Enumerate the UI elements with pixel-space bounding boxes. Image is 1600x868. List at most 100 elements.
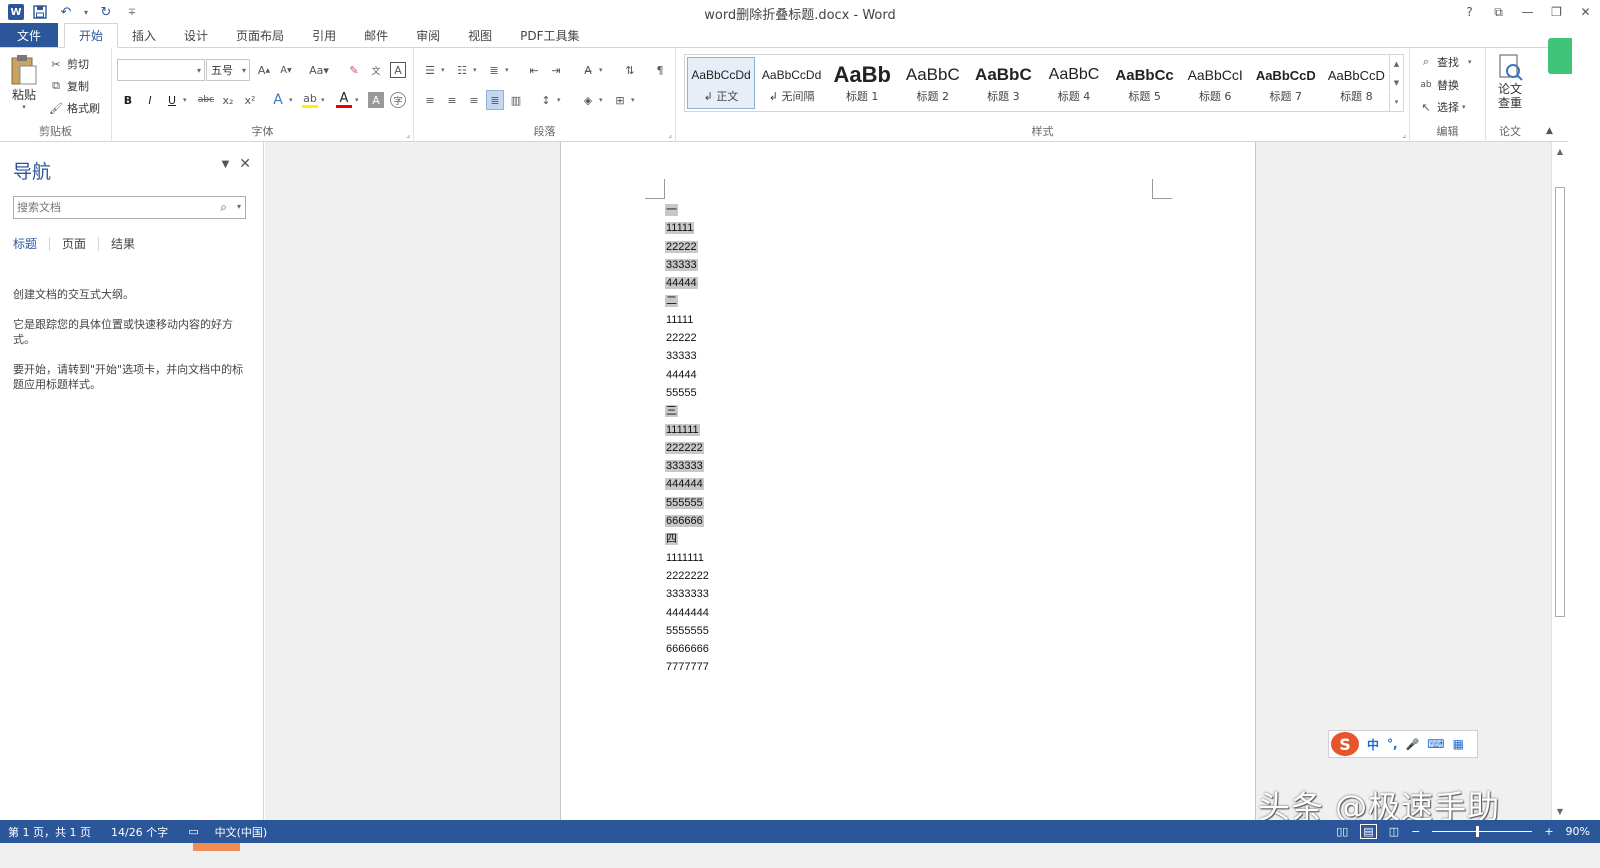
document-line[interactable]: 7777777 (665, 658, 710, 676)
style-item[interactable]: AaBb 标题 1 (828, 57, 896, 109)
style-item[interactable]: AaBbCcDd ↲ 无间隔 (758, 57, 826, 109)
paste-button[interactable]: 粘贴 ▾ (6, 54, 42, 116)
undo-dropdown-icon[interactable]: ▾ (82, 2, 90, 22)
justify-button[interactable]: ≣ (486, 90, 504, 110)
customize-qat-icon[interactable]: ∓ (122, 2, 142, 22)
italic-button[interactable]: I (142, 90, 158, 110)
proofing-icon[interactable]: ▭ (180, 825, 206, 838)
styles-dialog-launcher-icon[interactable]: ⌟ (1402, 130, 1406, 139)
tab-design[interactable]: 设计 (170, 23, 222, 47)
document-line[interactable]: 6666666 (665, 640, 710, 658)
nav-search-input[interactable] (14, 201, 209, 214)
help-button[interactable]: ? (1455, 0, 1484, 24)
zoom-slider-knob[interactable] (1476, 826, 1480, 837)
strikethrough-button[interactable]: abc (196, 90, 216, 110)
ime-menu-icon[interactable]: ▦ (1453, 737, 1464, 751)
align-center-button[interactable]: ≡ (444, 90, 460, 110)
ime-chinese-mode[interactable]: 中 (1367, 736, 1379, 753)
styles-more-icon[interactable]: ▾ (1389, 93, 1403, 111)
redo-icon[interactable]: ↻ (96, 2, 116, 22)
style-item[interactable]: AaBbC 标题 3 (969, 57, 1037, 109)
font-color-button[interactable]: A ▾ (336, 90, 359, 110)
sogou-logo-icon[interactable]: S (1331, 732, 1359, 756)
select-button[interactable]: ↖ 选择 ▾ (1418, 97, 1465, 117)
close-button[interactable]: ✕ (1571, 0, 1600, 24)
character-shading-button[interactable]: A (368, 90, 384, 110)
bold-button[interactable]: B (120, 90, 136, 110)
scroll-down-icon[interactable]: ▼ (1552, 804, 1568, 818)
cut-button[interactable]: ✂ 剪切 (48, 54, 89, 74)
zoom-in-icon[interactable]: + (1544, 825, 1553, 838)
nav-tab-pages[interactable]: 页面 (62, 237, 100, 251)
styles-scroll-down-icon[interactable]: ▼ (1389, 74, 1403, 92)
document-line[interactable]: 四 (665, 530, 710, 548)
zoom-slider[interactable] (1432, 826, 1533, 837)
tab-view[interactable]: 视图 (454, 23, 506, 47)
numbering-button[interactable]: ☷ ▾ (454, 60, 476, 80)
tab-insert[interactable]: 插入 (118, 23, 170, 47)
nav-tab-headings[interactable]: 标题 (13, 237, 51, 251)
format-painter-button[interactable]: 🖌 格式刷 (48, 98, 100, 118)
document-line[interactable]: 33333 (665, 347, 710, 365)
style-item[interactable]: AaBbC 标题 2 (899, 57, 967, 109)
shading-button[interactable]: ◈ ▾ (580, 90, 603, 110)
paragraph-dialog-launcher-icon[interactable]: ⌟ (668, 130, 672, 139)
document-line[interactable]: 11111 (665, 311, 710, 329)
borders-button[interactable]: ⊞ ▾ (612, 90, 634, 110)
shrink-font-button[interactable]: A ▼ (278, 60, 294, 80)
ime-punctuation-icon[interactable]: °, (1387, 737, 1398, 751)
zoom-level[interactable]: 90% (1566, 825, 1590, 838)
nav-tab-results[interactable]: 结果 (111, 237, 147, 251)
grow-font-button[interactable]: A ▲ (256, 60, 272, 80)
style-item[interactable]: AaBbCcD 标题 8 (1322, 57, 1390, 109)
document-line[interactable]: 11111 (665, 219, 710, 237)
increase-indent-button[interactable]: ⇥ (548, 60, 564, 80)
document-line[interactable]: 666666 (665, 512, 710, 530)
document-line[interactable]: 2222222 (665, 567, 710, 585)
style-item[interactable]: AaBbC 标题 4 (1040, 57, 1108, 109)
restore-button[interactable]: ❐ (1542, 0, 1571, 24)
document-line[interactable]: 1111111 (665, 549, 710, 567)
web-layout-icon[interactable]: ◫ (1389, 825, 1399, 838)
styles-scroll-up-icon[interactable]: ▲ (1389, 55, 1403, 73)
change-case-button[interactable]: Aa▾ (306, 60, 332, 80)
status-language[interactable]: 中文(中国) (207, 824, 276, 840)
word-logo-icon[interactable]: W (8, 4, 24, 20)
document-line[interactable]: 一 (665, 201, 710, 219)
scrollbar-thumb[interactable] (1555, 187, 1565, 617)
tab-file[interactable]: 文件 (0, 23, 58, 47)
paper-check-button[interactable]: 论文查重 (1492, 54, 1528, 110)
tab-pdf-tools[interactable]: PDF工具集 (506, 23, 593, 47)
tab-references[interactable]: 引用 (298, 23, 350, 47)
character-border-button[interactable]: A (390, 60, 406, 80)
replace-button[interactable]: ab 替换 (1418, 75, 1459, 95)
document-line[interactable]: 5555555 (665, 622, 710, 640)
show-hide-marks-button[interactable]: ¶ (652, 60, 668, 80)
nav-options-icon[interactable]: ▼ (222, 159, 230, 172)
status-word-count[interactable]: 14/26 个字 (103, 824, 176, 840)
font-dialog-launcher-icon[interactable]: ⌟ (406, 130, 410, 139)
line-spacing-button[interactable]: ↕ ▾ (538, 90, 560, 110)
side-plugin-tab[interactable] (1548, 38, 1572, 74)
superscript-button[interactable]: x² (242, 90, 258, 110)
font-name-combo[interactable]: ▾ (117, 59, 205, 81)
nav-search-box[interactable]: ⌕ ▾ (13, 196, 246, 219)
tab-mailings[interactable]: 邮件 (350, 23, 402, 47)
collapse-ribbon-icon[interactable]: ▲ (1546, 126, 1553, 136)
document-line[interactable]: 55555 (665, 384, 710, 402)
font-size-combo[interactable]: 五号 ▾ (206, 59, 250, 81)
distributed-button[interactable]: ▥ (508, 90, 524, 110)
phonetic-guide-button[interactable]: 文 (368, 60, 384, 80)
minimize-button[interactable]: — (1513, 0, 1542, 24)
style-item[interactable]: AaBbCcI 标题 6 (1181, 57, 1249, 109)
zoom-out-icon[interactable]: − (1411, 825, 1420, 838)
subscript-button[interactable]: x₂ (220, 90, 236, 110)
document-line[interactable]: 22222 (665, 238, 710, 256)
chinese-layout-button[interactable]: A̶ ▾ (580, 60, 602, 80)
clear-formatting-button[interactable]: ✎ (346, 60, 362, 80)
enclose-characters-button[interactable]: 字 (390, 90, 406, 110)
find-button[interactable]: ⌕ 查找 ▾ (1418, 52, 1472, 72)
search-dropdown-icon[interactable]: ▾ (237, 202, 241, 211)
search-icon[interactable]: ⌕ (220, 200, 227, 215)
document-line[interactable]: 4444444 (665, 604, 710, 622)
